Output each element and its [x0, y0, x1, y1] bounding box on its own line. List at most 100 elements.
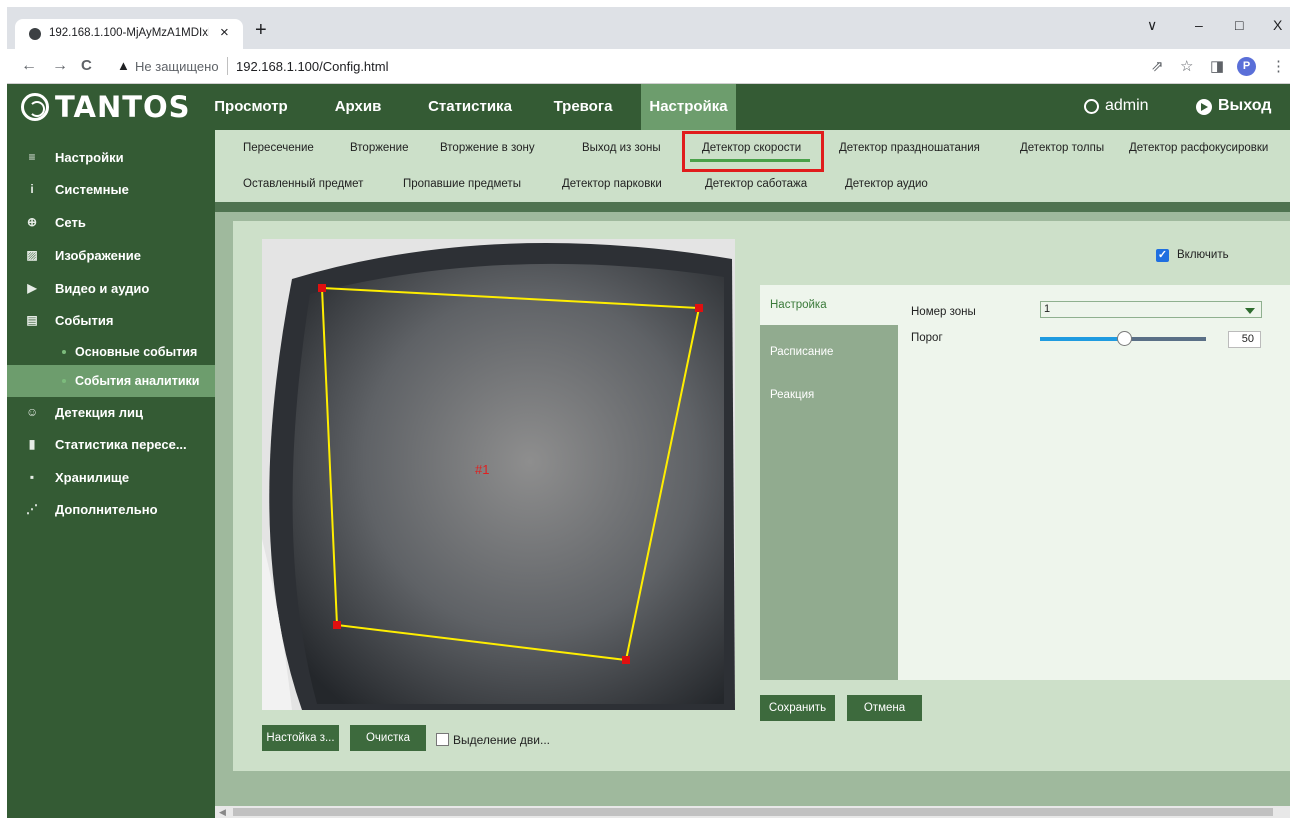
username: admin [1105, 97, 1149, 114]
sidebar-item-label: Основные события [75, 345, 198, 359]
subtab-loitering-detector[interactable]: Детектор праздношатания [839, 142, 980, 154]
logo-icon [21, 93, 49, 121]
dropdown-arrow-icon [1245, 308, 1255, 314]
enable-label[interactable]: Включить [1177, 249, 1229, 261]
threshold-value-input[interactable]: 50 [1228, 331, 1261, 348]
tantos-logo: TANTOS [21, 90, 191, 124]
sidebar-item-label: Изображение [55, 248, 141, 263]
browser-tab[interactable]: 192.168.1.100-MjAyMzA1MDIxN × [15, 19, 243, 49]
bookmark-star-icon[interactable]: ☆ [1180, 57, 1193, 75]
close-window-button[interactable]: X [1273, 17, 1282, 33]
side-tab-schedule[interactable]: Расписание [760, 332, 898, 372]
motion-highlight-checkbox[interactable] [436, 733, 449, 746]
zone-vertex-handle[interactable] [333, 621, 341, 629]
security-warning-text[interactable]: Не защищено [135, 59, 219, 74]
main-tab-alarm[interactable]: Тревога [543, 84, 623, 130]
sidebar-item-label: Системные [55, 182, 129, 197]
cancel-button[interactable]: Отмена [847, 695, 922, 721]
scroll-left-icon[interactable]: ◀ [219, 807, 226, 818]
events-icon: ▤ [26, 313, 38, 327]
video-icon: ▶ [27, 281, 37, 295]
sidebar-item-events[interactable]: ▤ События [7, 304, 215, 336]
subtab-defocus-detector[interactable]: Детектор расфокусировки [1129, 142, 1268, 154]
sidebar-item-network[interactable]: ⊕ Сеть [7, 206, 215, 238]
side-tab-label: Расписание [770, 346, 834, 358]
clear-button[interactable]: Очистка [350, 725, 426, 751]
sidebar-item-advanced[interactable]: ⋰ Дополнительно [7, 493, 215, 525]
reload-button[interactable]: C [81, 57, 92, 74]
globe-icon: ⊕ [26, 215, 38, 229]
save-button[interactable]: Сохранить [760, 695, 835, 721]
minimize-button[interactable]: – [1195, 17, 1203, 33]
restore-button[interactable]: □ [1235, 17, 1243, 33]
main-tab-settings[interactable]: Настройка [641, 84, 736, 130]
threshold-slider-fill[interactable] [1040, 337, 1126, 341]
zone-setup-button[interactable]: Настойка з... [262, 725, 339, 751]
globe-icon [29, 28, 41, 40]
main-tab-view[interactable]: Просмотр [203, 84, 299, 130]
advanced-icon: ⋰ [26, 502, 38, 516]
sidebar-item-analytics-events[interactable]: События аналитики [7, 365, 215, 397]
side-tab-reaction[interactable]: Реакция [760, 375, 898, 415]
zone-vertex-handle[interactable] [622, 656, 630, 664]
logout-icon[interactable] [1196, 99, 1212, 115]
sidebar-item-video-audio[interactable]: ▶ Видео и аудио [7, 272, 215, 304]
close-tab-icon[interactable]: × [220, 24, 229, 41]
tab-search-icon[interactable]: ∨ [1147, 17, 1157, 34]
sidebar-item-face-detection[interactable]: ☺ Детекция лиц [7, 396, 215, 428]
browser-tab-title: 192.168.1.100-MjAyMzA1MDIxN [49, 27, 209, 39]
url-field[interactable]: 192.168.1.100/Config.html [236, 59, 389, 74]
sidebar-item-storage[interactable]: ▪ Хранилище [7, 461, 215, 493]
threshold-slider-track[interactable] [1126, 337, 1206, 341]
horizontal-scrollbar[interactable]: ◀ [215, 806, 1290, 818]
warning-icon[interactable]: ▲ [117, 58, 130, 73]
back-button[interactable]: ← [21, 57, 37, 75]
subtab-zone-intrusion[interactable]: Вторжение в зону [440, 142, 535, 154]
side-panel-icon[interactable]: ◨ [1210, 57, 1224, 75]
subtab-sabotage-detector[interactable]: Детектор саботажа [705, 178, 807, 190]
subtab-audio-detector[interactable]: Детектор аудио [845, 178, 928, 190]
zone-label: #1 [475, 462, 489, 477]
forward-button[interactable]: → [52, 57, 68, 75]
subtab-missing-objects[interactable]: Пропавшие предметы [403, 178, 521, 190]
sidebar-item-image[interactable]: ▨ Изображение [7, 239, 215, 271]
sidebar-item-system[interactable]: i Системные [7, 173, 215, 205]
subtab-crossing[interactable]: Пересечение [243, 142, 314, 154]
subtab-zone-exit[interactable]: Выход из зоны [582, 142, 661, 154]
logout-button[interactable]: Выход [1218, 97, 1271, 115]
sidebar-item-settings[interactable]: ≡ Настройки [7, 141, 215, 173]
zone-number-label: Номер зоны [911, 306, 976, 318]
side-tab-setup[interactable]: Настройка [760, 285, 898, 325]
main-tab-statistics[interactable]: Статистика [417, 84, 523, 130]
zone-vertex-handle[interactable] [695, 304, 703, 312]
kebab-menu-icon[interactable]: ⋮ [1271, 57, 1286, 75]
video-canvas[interactable]: #1 [262, 239, 735, 710]
threshold-slider-knob[interactable] [1117, 331, 1132, 346]
zone-number-select[interactable]: 1 [1040, 301, 1262, 318]
subtab-intrusion[interactable]: Вторжение [350, 142, 408, 154]
share-icon[interactable]: ⇗ [1151, 57, 1164, 75]
sidebar-item-label: Дополнительно [55, 502, 158, 517]
sidebar-item-basic-events[interactable]: Основные события [7, 336, 215, 368]
threshold-label: Порог [911, 332, 943, 344]
scrollbar-thumb[interactable] [233, 808, 1273, 816]
profile-avatar[interactable]: P [1237, 57, 1256, 76]
zone-vertex-handle[interactable] [318, 284, 326, 292]
sidebar-item-label: Настройки [55, 150, 124, 165]
bullet-dot [62, 350, 66, 354]
sidebar-item-label: Сеть [55, 215, 86, 230]
side-tab-label: Настройка [770, 299, 827, 311]
video-preview[interactable]: #1 [262, 239, 735, 710]
new-tab-button[interactable]: + [255, 19, 267, 42]
main-tab-archive[interactable]: Архив [323, 84, 393, 130]
subtab-left-object[interactable]: Оставленный предмет [243, 178, 363, 190]
app-header: TANTOS Просмотр Архив Статистика Тревога… [7, 84, 1290, 130]
sidebar-item-label: Детекция лиц [55, 405, 144, 420]
enable-checkbox[interactable]: ✓ [1156, 249, 1169, 262]
face-icon: ☺ [26, 405, 39, 419]
subtab-parking-detector[interactable]: Детектор парковки [562, 178, 662, 190]
sidebar-item-crossing-stats[interactable]: ▮ Статистика пересе... [7, 428, 215, 460]
subtab-crowd-detector[interactable]: Детектор толпы [1020, 142, 1104, 154]
motion-highlight-label[interactable]: Выделение дви... [453, 733, 550, 747]
sidebar-item-label: Хранилище [55, 470, 130, 485]
